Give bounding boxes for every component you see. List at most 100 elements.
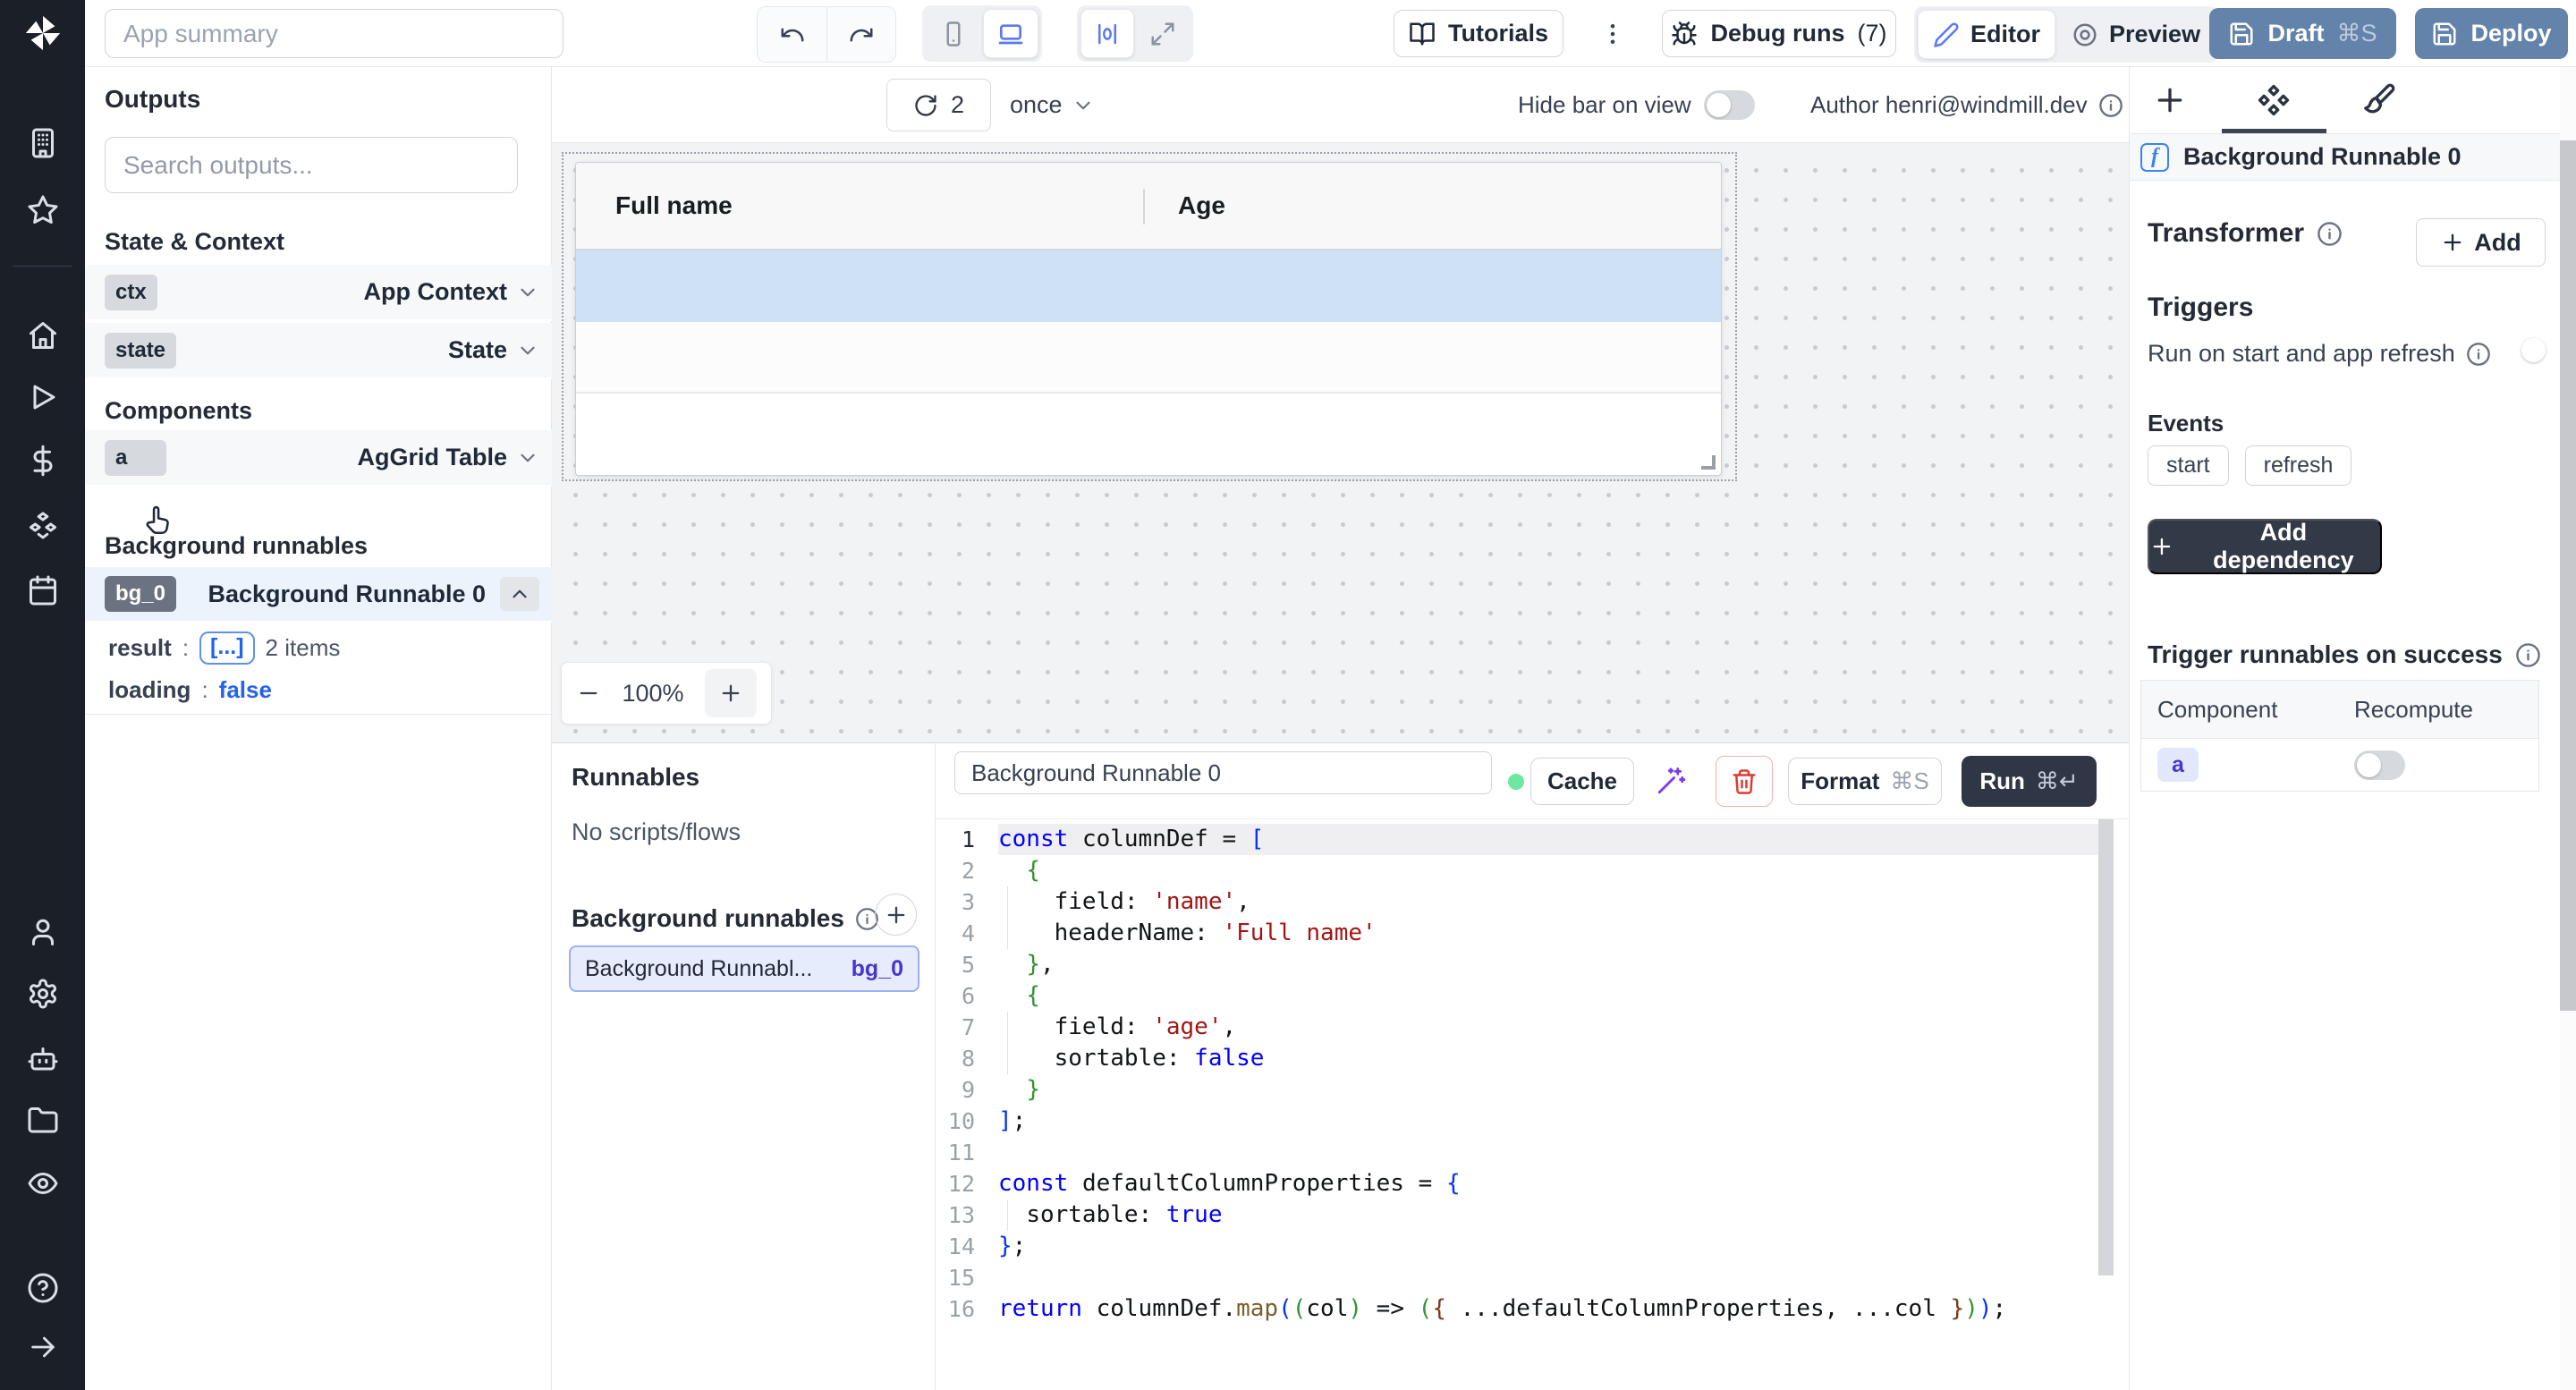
- format-button[interactable]: Format ⌘S: [1788, 758, 1942, 805]
- column-header-full-name[interactable]: Full name: [615, 191, 733, 220]
- mobile-view-button[interactable]: [926, 9, 981, 58]
- play-icon: [27, 381, 59, 413]
- recompute-toggle[interactable]: [2354, 750, 2405, 780]
- tutorials-button[interactable]: Tutorials: [1394, 10, 1563, 57]
- component-settings-tab[interactable]: [2256, 82, 2292, 118]
- nav-home[interactable]: [0, 319, 85, 352]
- result-expand-badge[interactable]: [...]: [199, 631, 255, 665]
- nav-help[interactable]: [0, 1272, 85, 1304]
- chevron-down-icon[interactable]: [516, 446, 539, 470]
- delete-runnable-button[interactable]: [1716, 756, 1773, 807]
- chevron-down-icon[interactable]: [516, 339, 539, 362]
- column-divider[interactable]: [1143, 189, 1145, 225]
- code-line[interactable]: 8 sortable: false: [936, 1043, 2129, 1074]
- output-row-component-a[interactable]: a AgGrid Table: [85, 430, 552, 487]
- code-line[interactable]: 15: [936, 1262, 2129, 1293]
- app-summary-input[interactable]: [105, 9, 564, 58]
- insert-component-tab[interactable]: [2152, 82, 2188, 118]
- canvas-toolbar: 2 once Hide bar on view Author henri@win…: [552, 67, 2129, 143]
- code-line[interactable]: 1const columnDef = [: [936, 824, 2129, 855]
- theme-tab[interactable]: [2360, 82, 2396, 118]
- nav-schedules[interactable]: [0, 574, 85, 606]
- nav-users[interactable]: [0, 916, 85, 948]
- collapse-bg0-button[interactable]: [500, 577, 539, 611]
- nav-favorites[interactable]: [0, 194, 85, 226]
- add-dependency-button[interactable]: Add dependency: [2148, 519, 2382, 574]
- nav-workers[interactable]: [0, 1042, 85, 1074]
- hide-bar-toggle[interactable]: [1704, 90, 1755, 120]
- rail-divider: [13, 266, 72, 267]
- nav-apps[interactable]: [0, 127, 85, 159]
- desktop-view-button[interactable]: [983, 9, 1038, 58]
- refresh-count-button[interactable]: 2: [886, 79, 991, 131]
- code-line[interactable]: 13 sortable: true: [936, 1199, 2129, 1231]
- column-header-age[interactable]: Age: [1178, 191, 1225, 220]
- add-transformer-button[interactable]: Add: [2416, 218, 2546, 267]
- component-a-type: AgGrid Table: [357, 444, 507, 471]
- code-line[interactable]: 2 {: [936, 855, 2129, 886]
- app-canvas[interactable]: Full name Age 100%: [552, 143, 2129, 742]
- tab-editor[interactable]: Editor: [1918, 10, 2055, 59]
- info-icon[interactable]: [2098, 93, 2123, 118]
- runnable-name-input[interactable]: [954, 751, 1492, 794]
- nav-settings[interactable]: [0, 978, 85, 1010]
- zoom-in-button[interactable]: [705, 669, 757, 717]
- undo-button[interactable]: [758, 7, 826, 62]
- tab-preview[interactable]: Preview: [2057, 10, 2215, 59]
- code-line[interactable]: 4 headerName: 'Full name': [936, 918, 2129, 949]
- home-icon: [27, 319, 59, 352]
- nav-resources[interactable]: [0, 510, 85, 542]
- code-line[interactable]: 7 field: 'age',: [936, 1012, 2129, 1043]
- ai-wand-button[interactable]: [1656, 766, 1686, 796]
- bg0-badge: bg_0: [105, 576, 176, 612]
- draft-button[interactable]: Draft ⌘S: [2209, 8, 2396, 59]
- table-row[interactable]: [576, 322, 1721, 394]
- code-line[interactable]: 6 {: [936, 980, 2129, 1012]
- output-row-bg0[interactable]: bg_0 Background Runnable 0: [85, 567, 552, 623]
- center-align-button[interactable]: [1080, 9, 1134, 58]
- code-line[interactable]: 16return columnDef.map((col) => ({ ...de…: [936, 1293, 2129, 1325]
- canvas-zoom-control: 100%: [561, 662, 772, 725]
- nav-collapse[interactable]: [0, 1332, 85, 1362]
- run-button[interactable]: Run ⌘↵: [1962, 756, 2097, 807]
- zoom-out-button[interactable]: [576, 681, 601, 706]
- code-line[interactable]: 12const defaultColumnProperties = {: [936, 1168, 2129, 1199]
- output-row-state[interactable]: state State: [85, 323, 552, 379]
- panel-scrollbar-thumb[interactable]: [2560, 140, 2576, 1011]
- code-line[interactable]: 9 }: [936, 1074, 2129, 1106]
- output-row-ctx[interactable]: ctx App Context: [85, 265, 552, 321]
- code-area[interactable]: 1const columnDef = [2 {3 field: 'name',4…: [936, 819, 2129, 1390]
- deploy-button[interactable]: Deploy: [2415, 8, 2568, 59]
- aggrid-table-component[interactable]: Full name Age: [575, 162, 1722, 476]
- resize-handle[interactable]: [1701, 455, 1716, 470]
- info-icon[interactable]: [2515, 642, 2541, 668]
- chevron-down-icon[interactable]: [516, 281, 539, 304]
- table-row-selected[interactable]: [576, 250, 1721, 322]
- nav-variables[interactable]: [0, 445, 85, 477]
- nav-folders[interactable]: [0, 1105, 85, 1137]
- search-outputs-input[interactable]: [105, 137, 518, 193]
- info-icon[interactable]: [2466, 342, 2491, 367]
- editor-label: Editor: [1970, 21, 2040, 48]
- redo-button[interactable]: [826, 7, 895, 62]
- frequency-dropdown[interactable]: once: [1010, 67, 1095, 143]
- more-menu-button[interactable]: [1595, 9, 1631, 58]
- draft-shortcut: ⌘S: [2337, 20, 2377, 47]
- code-line[interactable]: 5 },: [936, 949, 2129, 980]
- editor-scrollbar[interactable]: [2098, 819, 2114, 1276]
- nav-runs[interactable]: [0, 381, 85, 413]
- code-line[interactable]: 3 field: 'name',: [936, 886, 2129, 918]
- code-line[interactable]: 14};: [936, 1231, 2129, 1262]
- code-line[interactable]: 11: [936, 1137, 2129, 1168]
- windmill-logo[interactable]: [0, 13, 85, 54]
- nav-audit[interactable]: [0, 1167, 85, 1199]
- book-open-icon: [1409, 21, 1436, 47]
- add-background-runnable-button[interactable]: [875, 894, 917, 936]
- cache-button[interactable]: Cache: [1530, 758, 1634, 805]
- info-icon[interactable]: [2317, 221, 2343, 247]
- background-runnable-item[interactable]: Background Runnabl... bg_0: [569, 945, 919, 992]
- debug-runs-button[interactable]: Debug runs (7): [1662, 10, 1896, 57]
- fullwidth-button[interactable]: [1136, 9, 1190, 58]
- code-line[interactable]: 10];: [936, 1106, 2129, 1137]
- settings-tabs: [2130, 67, 2576, 134]
